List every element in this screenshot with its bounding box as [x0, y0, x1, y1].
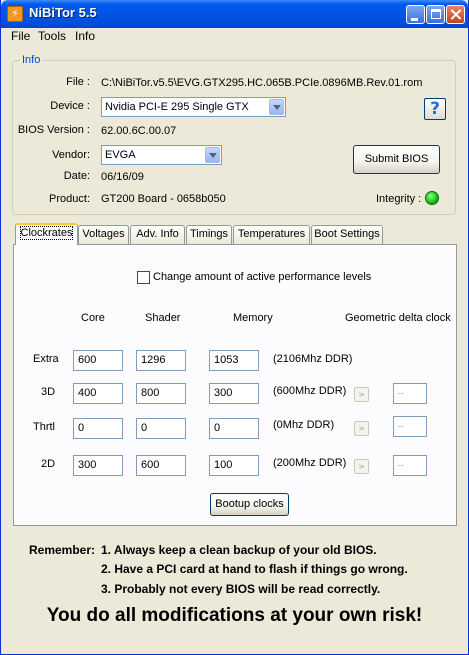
shader-input[interactable]: 800 — [136, 383, 186, 404]
geo-delta-input[interactable]: -- — [393, 383, 427, 404]
column-memory: Memory — [233, 312, 273, 324]
tab-temperatures[interactable]: Temperatures — [233, 225, 310, 244]
ddr-label: (0Mhz DDR) — [273, 419, 335, 431]
minimize-button[interactable] — [406, 5, 425, 24]
maximize-button[interactable] — [426, 5, 445, 24]
file-path: C:\NiBiTor.v5.5\EVG.GTX295.HC.065B.PCIe.… — [101, 77, 423, 89]
bios-version-label: BIOS Version : — [17, 124, 90, 136]
geo-delta-button[interactable]: > — [354, 459, 369, 474]
integrity-indicator — [425, 191, 439, 205]
column-core: Core — [81, 312, 105, 324]
window-title: NiBiTor 5.5 — [29, 5, 97, 20]
menu-info[interactable]: Info — [75, 29, 95, 43]
device-select[interactable]: Nvidia PCI-E 295 Single GTX — [101, 97, 286, 117]
geo-delta-input[interactable]: -- — [393, 455, 427, 476]
bootup-clocks-button[interactable]: Bootup clocks — [210, 493, 289, 516]
memory-input[interactable]: 0 — [209, 418, 259, 439]
chevron-down-icon[interactable] — [205, 147, 220, 163]
device-select-value: Nvidia PCI-E 295 Single GTX — [105, 101, 249, 113]
row-label: 2D — [41, 458, 56, 470]
geo-delta-button[interactable]: > — [354, 421, 369, 436]
memory-input[interactable]: 100 — [209, 455, 259, 476]
tab-timings[interactable]: Timings — [186, 225, 232, 244]
tab-clockrates[interactable]: Clockrates — [15, 223, 78, 245]
product-value: GT200 Board - 0658b050 — [101, 193, 226, 205]
core-input[interactable]: 600 — [73, 350, 123, 371]
shader-input[interactable]: 600 — [136, 455, 186, 476]
product-label: Product: — [49, 193, 90, 205]
tab-boot-settings[interactable]: Boot Settings — [311, 225, 383, 244]
memory-input[interactable]: 1053 — [209, 350, 259, 371]
submit-bios-button[interactable]: Submit BIOS — [353, 145, 440, 174]
help-button[interactable]: ? — [424, 98, 446, 120]
remember-label: Remember: — [29, 543, 96, 557]
ddr-label: (200Mhz DDR) — [273, 457, 347, 469]
remember-line-3: 3. Probably not every BIOS will be read … — [101, 582, 381, 596]
core-input[interactable]: 400 — [73, 383, 123, 404]
active-levels-checkbox[interactable] — [137, 271, 150, 284]
memory-input[interactable]: 300 — [209, 383, 259, 404]
bios-version-value: 62.00.6C.00.07 — [101, 125, 177, 137]
date-label: Date: — [63, 170, 90, 182]
column-geometric-delta: Geometric delta clock — [345, 312, 451, 324]
remember-line-2: 2. Have a PCI card at hand to flash if t… — [101, 562, 408, 576]
tab-adv-info[interactable]: Adv. Info — [130, 225, 185, 244]
vendor-label: Vendor: — [52, 149, 90, 161]
integrity-label: Integrity : — [376, 193, 422, 205]
tab-voltages[interactable]: Voltages — [78, 225, 129, 244]
risk-warning: You do all modifications at your own ris… — [46, 605, 423, 626]
column-shader: Shader — [145, 312, 181, 324]
title-bar[interactable]: ⚡ NiBiTor 5.5 — [1, 0, 468, 28]
date-value: 06/16/09 — [101, 171, 144, 183]
ddr-label: (2106Mhz DDR) — [273, 353, 353, 365]
info-group-label: Info — [20, 54, 43, 66]
shader-input[interactable]: 0 — [136, 418, 186, 439]
file-label: File : — [66, 76, 90, 88]
chevron-down-icon[interactable] — [269, 99, 284, 115]
close-button[interactable] — [446, 5, 465, 24]
ddr-label: (600Mhz DDR) — [273, 385, 347, 397]
row-label: Extra — [33, 353, 59, 365]
core-input[interactable]: 300 — [73, 455, 123, 476]
active-levels-label: Change amount of active performance leve… — [153, 271, 372, 283]
geo-delta-button[interactable]: > — [354, 387, 369, 402]
nibitor-window: ⚡ NiBiTor 5.5 File Tools Info Info File … — [0, 0, 469, 655]
menu-file[interactable]: File — [11, 29, 30, 43]
shader-input[interactable]: 1296 — [136, 350, 186, 371]
row-label: 3D — [41, 386, 56, 398]
vendor-select[interactable]: EVGA — [101, 145, 222, 165]
menu-tools[interactable]: Tools — [38, 29, 66, 43]
geo-delta-input[interactable]: -- — [393, 416, 427, 437]
app-icon: ⚡ — [7, 6, 23, 22]
menu-bar: File Tools Info — [1, 28, 468, 46]
row-label: Thrtl — [33, 421, 55, 433]
core-input[interactable]: 0 — [73, 418, 123, 439]
remember-line-1: 1. Always keep a clean backup of your ol… — [101, 543, 377, 557]
device-label: Device : — [50, 100, 90, 112]
vendor-select-value: EVGA — [105, 149, 136, 161]
